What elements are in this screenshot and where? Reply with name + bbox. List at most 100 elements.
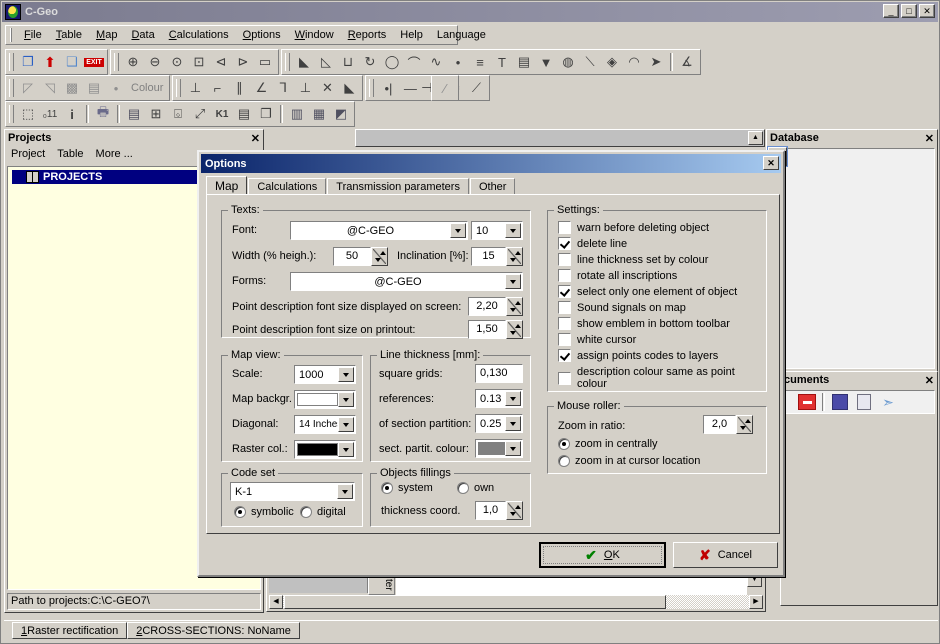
chevron-down-icon[interactable] [338,417,354,432]
chevron-down-icon[interactable] [450,223,466,238]
close-icon[interactable]: ✕ [251,132,260,145]
toolbar-grip[interactable] [285,53,290,71]
checkbox-select-only-one-element[interactable]: select only one element of object [558,285,737,298]
symbol-icon[interactable]: ▼ [535,51,557,73]
spinner-updown[interactable] [736,415,753,434]
radio-zoom-centrally[interactable]: zoom in centrally [558,438,658,450]
zoom-ratio-spinner[interactable]: 2,0 [703,415,753,434]
tab-other[interactable]: Other [469,178,516,195]
point-line-icon[interactable]: •| [377,77,399,99]
menu-window[interactable]: Window [288,28,341,42]
report-icon[interactable]: ▥ [286,103,308,125]
menu-map[interactable]: Map [89,28,124,42]
menubar-grip[interactable] [10,28,12,42]
polygon-edit-icon[interactable]: ◸ [17,77,39,99]
diagonal-combo[interactable]: 14 Inches [294,415,356,434]
menu-help[interactable]: Help [393,28,430,42]
polyline-filled-icon[interactable]: ◣ [293,51,315,73]
screen-font-size-value[interactable]: 2,20 [468,297,506,316]
statistics-icon[interactable]: ₀11 [39,103,61,125]
scroll-left-button[interactable]: ◀ [269,595,283,609]
spinner-updown[interactable] [506,320,523,339]
checkbox-rotate-all-inscriptions[interactable]: rotate all inscriptions [558,269,677,282]
spinner-updown[interactable] [506,297,523,316]
checkbox-sound-signals[interactable]: Sound signals on map [558,301,686,314]
send-arrow-icon[interactable]: ➣ [877,392,899,413]
polyline-open-icon[interactable]: ◺ [315,51,337,73]
cancel-button[interactable]: ✘ Cancel [673,542,778,568]
rectangle-icon[interactable]: ⊔ [337,51,359,73]
tab-calculations[interactable]: Calculations [248,178,327,195]
arc-icon[interactable]: ⌒ [403,51,425,73]
text-icon[interactable]: T [491,51,513,73]
horizontal-scrollbar[interactable]: ◀ ▶ [269,595,763,609]
note-icon[interactable]: ▤ [513,51,535,73]
square-grids-input[interactable]: 0,130 [475,364,523,383]
raster-icon[interactable]: ⌺ [167,103,189,125]
maximize-button[interactable]: □ [901,4,917,18]
bottom-tab-cross-sections[interactable]: 2 CROSS-SECTIONS: NoName [127,622,300,639]
close-button[interactable]: ✕ [919,4,935,18]
spinner-updown[interactable] [506,501,523,520]
menu-calculations[interactable]: Calculations [162,28,236,42]
width-spinner[interactable]: 50 [333,247,388,266]
tab-transmission-parameters[interactable]: Transmission parameters [327,178,469,195]
intersection-icon[interactable]: ✕ [316,77,338,99]
scale-combo[interactable]: 1000 [294,365,356,384]
printout-font-size-value[interactable]: 1,50 [468,320,506,339]
toolbar-grip[interactable] [369,79,375,97]
duplicate-icon[interactable]: ❑ [61,51,83,73]
save-floppy-icon[interactable] [829,392,851,413]
bisector-icon[interactable]: ⅂ [272,77,294,99]
radio-zoom-at-cursor[interactable]: zoom in at cursor location [558,455,700,467]
chevron-down-icon[interactable] [338,442,354,457]
menu-data[interactable]: Data [124,28,161,42]
exit-icon[interactable]: EXIT [83,51,105,73]
slash-icon[interactable]: ⟋ [465,77,487,99]
toolbar-grip[interactable] [9,79,14,97]
radio-code-digital[interactable]: digital [300,506,346,518]
grid-column-header[interactable]: ter [368,574,395,595]
thickness-coord-value[interactable]: 1,0 [475,501,506,520]
font-combo[interactable]: @C-GEO [290,221,468,240]
preview-magnifier-icon[interactable] [853,392,875,413]
sect-partit-colour-combo[interactable] [475,439,523,458]
projects-menu-project[interactable]: Project [11,148,45,160]
printout-font-size-spinner[interactable]: 1,50 [468,320,523,339]
raster-colour-combo[interactable] [294,440,356,459]
screen-font-size-spinner[interactable]: 2,20 [468,297,523,316]
radio-code-symbolic[interactable]: symbolic [234,506,294,518]
scroll-up-button[interactable]: ▲ [748,131,763,145]
zoom-window-icon[interactable]: ⊡ [188,51,210,73]
point-icon[interactable]: • [447,51,469,73]
circle-icon[interactable]: ◯ [381,51,403,73]
code-set-combo[interactable]: K-1 [230,482,355,501]
spline-icon[interactable]: ∿ [425,51,447,73]
font-size-combo[interactable]: 10 [471,221,523,240]
toolbar-grip[interactable] [9,53,14,71]
normal-icon[interactable]: ⊥ [294,77,316,99]
menu-reports[interactable]: Reports [341,28,394,42]
pan-right-icon[interactable]: ⊳ [232,51,254,73]
checkbox-white-cursor[interactable]: white cursor [558,333,636,346]
scrollbar-thumb[interactable] [284,595,666,609]
checkbox-description-colour-same[interactable]: description colour same as point colour [558,366,766,390]
chevron-down-icon[interactable] [505,391,521,406]
radio-filling-system[interactable]: system [381,482,433,494]
spinner-updown[interactable] [506,247,523,266]
close-icon[interactable]: ✕ [925,374,934,387]
section-partition-combo[interactable]: 0.25 [475,414,523,433]
checkbox-assign-points-codes[interactable]: assign points codes to layers [558,349,718,362]
chevron-down-icon[interactable] [505,441,521,456]
angle-icon[interactable]: ∠ [250,77,272,99]
k1-icon[interactable]: K1 [211,103,233,125]
chevron-down-icon[interactable] [505,274,521,289]
close-icon[interactable]: ✕ [925,132,934,145]
menu-options[interactable]: Options [236,28,288,42]
minimize-button[interactable]: _ [883,4,899,18]
checkbox-line-thickness-by-colour[interactable]: line thickness set by colour [558,253,708,266]
angle-measure-icon[interactable]: ∡ [676,51,698,73]
toolbar-grip[interactable] [114,53,119,71]
info-icon[interactable]: i [61,103,83,125]
bottom-tab-raster-rectification[interactable]: 1 Raster rectification [12,622,128,639]
